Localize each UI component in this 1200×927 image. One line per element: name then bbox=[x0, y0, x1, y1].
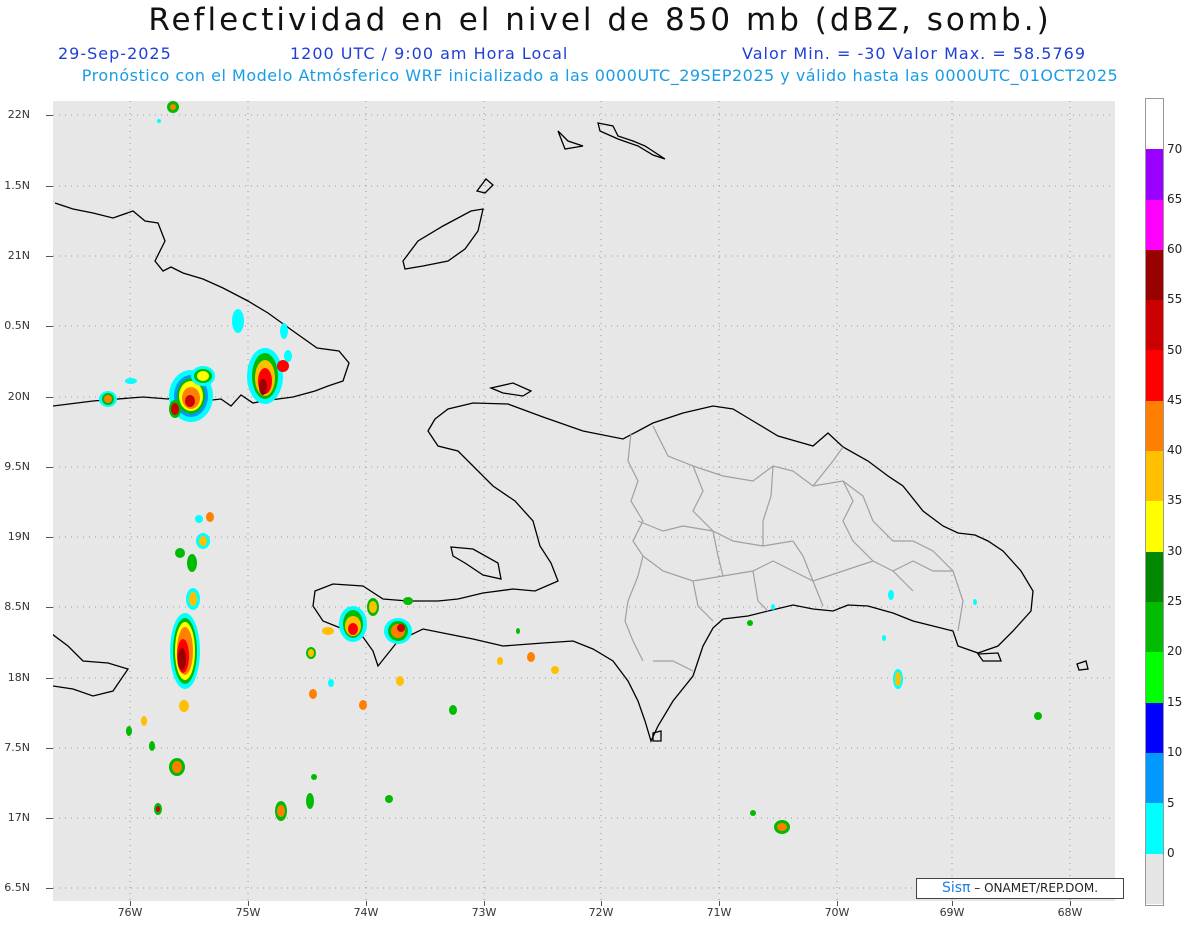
lat-label: 17N bbox=[7, 811, 30, 824]
reflectivity-cells bbox=[99, 101, 1042, 834]
lat-label: 18N bbox=[7, 671, 30, 684]
coastlines bbox=[53, 122, 1089, 743]
colorbar-segment bbox=[1146, 803, 1163, 854]
lat-label: 0.5N bbox=[4, 319, 30, 332]
lat-label: 8.5N bbox=[4, 600, 30, 613]
colorbar-segment bbox=[1146, 602, 1163, 652]
colorbar-label: 55 bbox=[1167, 292, 1183, 306]
lon-label: 74W bbox=[353, 906, 379, 919]
lat-tick bbox=[46, 326, 53, 327]
lon-label: 76W bbox=[117, 906, 143, 919]
sis-logo: Sisπ bbox=[941, 880, 971, 896]
saona-coast bbox=[976, 652, 1002, 662]
colorbar-segment bbox=[1146, 250, 1163, 300]
map-canvas bbox=[53, 101, 1115, 901]
gonave-coast bbox=[450, 546, 502, 580]
colorbar-label: 5 bbox=[1167, 796, 1175, 810]
colorbar-segment bbox=[1146, 350, 1163, 401]
credit-box: Sisπ – ONAMET/REP.DOM. bbox=[916, 878, 1124, 899]
lat-label: 9.5N bbox=[4, 460, 30, 473]
colorbar-segment bbox=[1146, 501, 1163, 552]
lat-label: 20N bbox=[7, 390, 30, 403]
colorbar-label: 0 bbox=[1167, 846, 1175, 860]
forecast-subtitle: Pronóstico con el Modelo Atmósferico WRF… bbox=[81, 66, 1119, 85]
colorbar-segment bbox=[1146, 652, 1163, 703]
colorbar-label: 25 bbox=[1167, 594, 1183, 608]
lat-tick bbox=[46, 888, 53, 889]
lat-tick bbox=[46, 818, 53, 819]
lon-label: 72W bbox=[588, 906, 614, 919]
caicos-coast bbox=[557, 122, 666, 160]
colorbar-label: 70 bbox=[1167, 142, 1183, 156]
colorbar bbox=[1145, 98, 1164, 906]
lon-label: 71W bbox=[706, 906, 732, 919]
map-title: Reflectividad en el nivel de 850 mb (dBZ… bbox=[148, 2, 1052, 38]
lat-tick bbox=[46, 748, 53, 749]
colorbar-label: 10 bbox=[1167, 745, 1183, 759]
lon-label: 75W bbox=[235, 906, 261, 919]
colorbar-segment bbox=[1146, 552, 1163, 602]
lat-tick bbox=[46, 397, 53, 398]
colorbar-segment bbox=[1146, 854, 1163, 904]
hispaniola-coast bbox=[312, 402, 1034, 743]
colorbar-label: 40 bbox=[1167, 443, 1183, 457]
value-range: Valor Min. = -30 Valor Max. = 58.5769 bbox=[742, 44, 1086, 63]
forecast-time: 1200 UTC / 9:00 am Hora Local bbox=[290, 44, 569, 63]
forecast-date: 29-Sep-2025 bbox=[58, 44, 172, 63]
colorbar-segment bbox=[1146, 451, 1163, 501]
lat-label: 19N bbox=[7, 530, 30, 543]
lat-label: 7.5N bbox=[4, 741, 30, 754]
reflectivity-map bbox=[53, 101, 1115, 901]
colorbar-label: 50 bbox=[1167, 343, 1183, 357]
graticule bbox=[53, 101, 1115, 901]
lat-tick bbox=[46, 607, 53, 608]
lat-tick bbox=[46, 186, 53, 187]
colorbar-label: 45 bbox=[1167, 393, 1183, 407]
colorbar-label: 15 bbox=[1167, 695, 1183, 709]
lon-label: 69W bbox=[939, 906, 965, 919]
lat-tick bbox=[46, 467, 53, 468]
colorbar-label: 65 bbox=[1167, 192, 1183, 206]
jamaica-coast bbox=[53, 633, 130, 697]
colorbar-label: 20 bbox=[1167, 644, 1183, 658]
province-boundaries bbox=[624, 425, 964, 672]
credit-text: – ONAMET/REP.DOM. bbox=[974, 881, 1099, 895]
mona-coast bbox=[1076, 660, 1089, 671]
lat-tick bbox=[46, 678, 53, 679]
lon-label: 68W bbox=[1057, 906, 1083, 919]
beata-coast bbox=[652, 730, 662, 742]
lon-label: 70W bbox=[824, 906, 850, 919]
colorbar-label: 60 bbox=[1167, 242, 1183, 256]
lat-label: 1.5N bbox=[4, 179, 30, 192]
lat-label: 22N bbox=[7, 108, 30, 121]
tortuga-coast bbox=[488, 382, 533, 397]
lat-tick bbox=[46, 537, 53, 538]
lon-label: 73W bbox=[471, 906, 497, 919]
lat-tick bbox=[46, 256, 53, 257]
lat-label: 21N bbox=[7, 249, 30, 262]
colorbar-segment bbox=[1146, 300, 1163, 350]
colorbar-segment bbox=[1146, 703, 1163, 753]
colorbar-segment bbox=[1146, 149, 1163, 200]
colorbar-segment bbox=[1146, 200, 1163, 250]
colorbar-segment bbox=[1146, 753, 1163, 803]
colorbar-label: 30 bbox=[1167, 544, 1183, 558]
lat-label: 6.5N bbox=[4, 881, 30, 894]
colorbar-label: 35 bbox=[1167, 493, 1183, 507]
inagua-coast bbox=[402, 208, 484, 270]
colorbar-segment bbox=[1146, 401, 1163, 451]
lat-tick bbox=[46, 115, 53, 116]
